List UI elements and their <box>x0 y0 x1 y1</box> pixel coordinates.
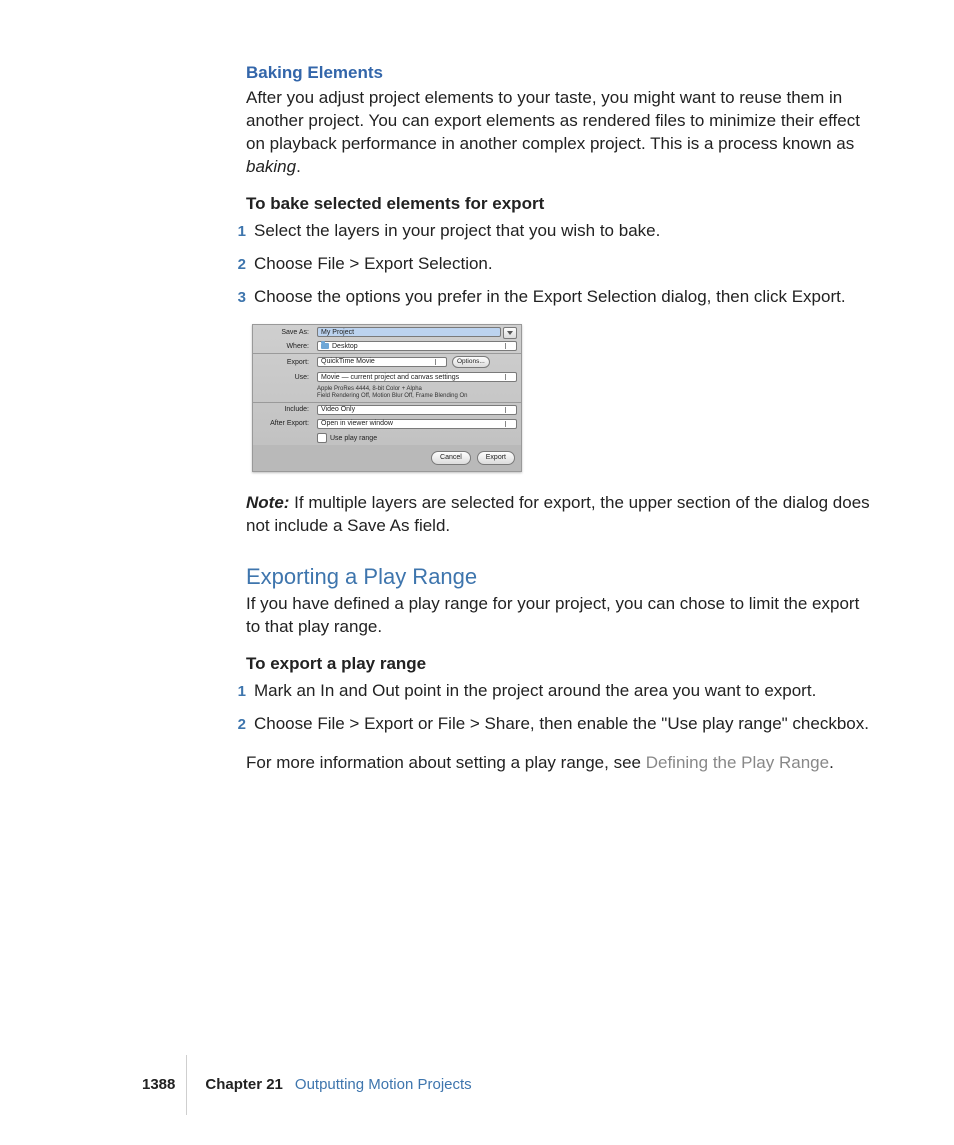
step-text: Select the layers in your project that y… <box>254 220 660 243</box>
export-selection-dialog: Save As: My Project Where: Desktop Expor… <box>252 324 522 471</box>
playrange-step-2: 2Choose File > Export or File > Share, t… <box>246 713 872 736</box>
after-export-label: After Export: <box>253 417 313 431</box>
use-value: Movie — current project and canvas setti… <box>321 373 459 382</box>
more-info-b: . <box>829 753 834 772</box>
saveas-label: Save As: <box>253 325 313 339</box>
step-number: 2 <box>226 715 254 735</box>
playrange-step-1: 1Mark an In and Out point in the project… <box>246 680 872 703</box>
folder-icon <box>321 343 329 349</box>
cancel-button[interactable]: Cancel <box>431 451 471 465</box>
more-info-a: For more information about setting a pla… <box>246 753 646 772</box>
where-select[interactable]: Desktop <box>317 341 517 351</box>
export-button[interactable]: Export <box>477 451 515 465</box>
baking-intro: After you adjust project elements to you… <box>246 87 872 179</box>
step-number: 2 <box>226 255 254 275</box>
include-select[interactable]: Video Only <box>317 405 517 415</box>
task-playrange-heading: To export a play range <box>246 653 872 676</box>
where-value: Desktop <box>332 342 358 351</box>
step-text: Choose the options you prefer in the Exp… <box>254 286 846 309</box>
more-info: For more information about setting a pla… <box>246 752 872 775</box>
export-label: Export: <box>253 354 313 370</box>
note-label: Note: <box>246 493 289 512</box>
defining-play-range-link[interactable]: Defining the Play Range <box>646 753 829 772</box>
chapter-title: Outputting Motion Projects <box>295 1075 472 1095</box>
page-footer: 1388 Chapter 21 Outputting Motion Projec… <box>142 1075 472 1095</box>
heading-baking-elements: Baking Elements <box>246 62 872 85</box>
baking-intro-a: After you adjust project elements to you… <box>246 88 860 153</box>
note-body: If multiple layers are selected for expo… <box>246 493 870 535</box>
bake-step-1: 1Select the layers in your project that … <box>246 220 872 243</box>
playrange-intro: If you have defined a play range for you… <box>246 593 872 639</box>
step-number: 3 <box>226 288 254 308</box>
step-text: Choose File > Export Selection. <box>254 253 493 276</box>
use-play-range-checkbox[interactable] <box>317 433 327 443</box>
export-value: QuickTime Movie <box>321 357 375 366</box>
saveas-value: My Project <box>321 328 354 337</box>
chapter-label: Chapter 21 <box>205 1075 283 1095</box>
step-text: Choose File > Export or File > Share, th… <box>254 713 869 736</box>
heading-exporting-play-range: Exporting a Play Range <box>246 562 872 592</box>
step-number: 1 <box>226 222 254 242</box>
saveas-field[interactable]: My Project <box>317 327 501 337</box>
step-text: Mark an In and Out point in the project … <box>254 680 816 703</box>
task-bake-heading: To bake selected elements for export <box>246 193 872 216</box>
after-export-select[interactable]: Open in viewer window <box>317 419 517 429</box>
options-button[interactable]: Options... <box>452 356 490 368</box>
bake-step-2: 2Choose File > Export Selection. <box>246 253 872 276</box>
after-export-value: Open in viewer window <box>321 419 393 428</box>
codec-info: Apple ProRes 4444, 8-bit Color + Alpha F… <box>313 384 521 402</box>
page-number: 1388 <box>142 1075 175 1095</box>
codec-line-2: Field Rendering Off, Motion Blur Off, Fr… <box>317 393 517 400</box>
codec-line-1: Apple ProRes 4444, 8-bit Color + Alpha <box>317 386 517 393</box>
use-select[interactable]: Movie — current project and canvas setti… <box>317 372 517 382</box>
bake-step-3: 3Choose the options you prefer in the Ex… <box>246 286 872 309</box>
chevron-down-icon[interactable] <box>503 327 517 339</box>
bake-steps: 1Select the layers in your project that … <box>246 220 872 309</box>
export-select[interactable]: QuickTime Movie <box>317 357 447 367</box>
include-label: Include: <box>253 403 313 417</box>
baking-term: baking <box>246 157 296 176</box>
baking-intro-b: . <box>296 157 301 176</box>
where-label: Where: <box>253 339 313 354</box>
use-play-range-label: Use play range <box>330 434 377 441</box>
use-label: Use: <box>253 370 313 384</box>
step-number: 1 <box>226 682 254 702</box>
include-value: Video Only <box>321 405 355 414</box>
note-para: Note: If multiple layers are selected fo… <box>246 492 872 538</box>
playrange-steps: 1Mark an In and Out point in the project… <box>246 680 872 736</box>
